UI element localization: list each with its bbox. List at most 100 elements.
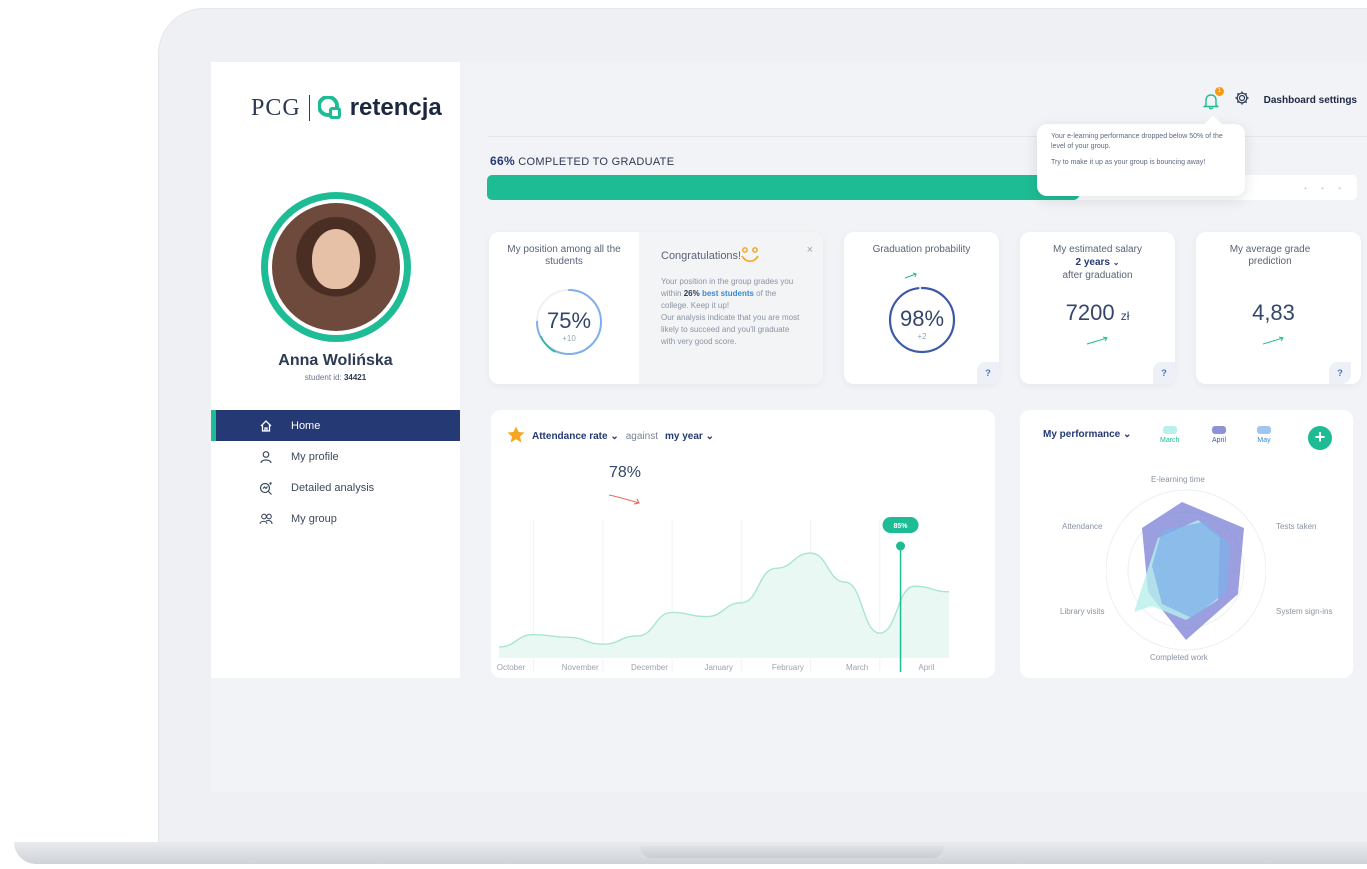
progress-percent: 66% — [490, 154, 515, 168]
attendance-chart-header: Attendance rate ⌄ against my year ⌄ — [507, 426, 714, 446]
trend-up-icon — [1262, 336, 1284, 345]
avatar-photo — [272, 203, 400, 331]
help-button[interactable]: ? — [977, 362, 999, 384]
chevron-down-icon: ⌄ — [705, 430, 714, 442]
add-series-button[interactable]: + — [1308, 426, 1332, 450]
congrats-percent: 26% — [683, 289, 700, 298]
legend-item-may[interactable]: May — [1257, 426, 1271, 444]
x-tick-label: April — [918, 663, 934, 672]
legend-label: May — [1257, 437, 1271, 444]
logo-divider — [308, 95, 310, 121]
salary-value-wrap: 7200 zł — [1026, 300, 1169, 326]
position-value: 75% — [546, 308, 592, 333]
notification-tooltip: Your e-learning performance dropped belo… — [1037, 124, 1245, 196]
attendance-area-chart: 85% October November December January Februar… — [497, 517, 950, 672]
header-actions: 1 Dashboard settings — [1202, 86, 1357, 111]
salary-value: 7200 — [1065, 300, 1115, 325]
graduation-delta: +2 — [917, 332, 927, 341]
sidebar-item-label: My group — [291, 512, 337, 525]
average-grade-card: My average grade prediction 4,83 ? — [1196, 232, 1361, 384]
chevron-down-icon: ⌄ — [610, 430, 619, 442]
chevron-down-icon: ⌄ — [1112, 258, 1120, 267]
performance-select[interactable]: My performance ⌄ — [1043, 429, 1131, 440]
congrats-text: Your position in the group grades you wi… — [661, 276, 801, 348]
x-tick-label: November — [562, 663, 599, 672]
attendance-area — [499, 553, 949, 658]
home-icon — [259, 419, 273, 433]
radar-axis-label: Attendance — [1062, 522, 1103, 531]
sidebar: PCG retencja Anna Wolińska student id: 3… — [211, 62, 460, 678]
radar-axis-label: Library visits — [1060, 607, 1105, 616]
legend-item-march[interactable]: March — [1160, 426, 1179, 444]
graduation-value: 98% — [899, 306, 945, 331]
congrats-panel: Congratulations! × Your position in the … — [639, 232, 823, 384]
x-tick-label: February — [772, 663, 804, 672]
dashboard-screen: PCG retencja Anna Wolińska student id: 3… — [211, 62, 1367, 792]
progress-text: COMPLETED TO GRADUATE — [518, 156, 675, 168]
tooltip-line-1: Your e-learning performance dropped belo… — [1051, 133, 1223, 150]
graduation-title: Graduation probability — [872, 244, 971, 255]
help-button[interactable]: ? — [1329, 362, 1351, 384]
student-id-value: 34421 — [343, 373, 367, 382]
sidebar-item-detailed-analysis[interactable]: Detailed analysis — [211, 472, 460, 503]
performance-card: My performance ⌄ March April May + E-lea… — [1020, 410, 1353, 678]
sidebar-nav: Home My profile Detailed analysis My gro… — [211, 410, 460, 534]
app-logo[interactable]: PCG retencja — [251, 94, 442, 122]
attendance-group-select[interactable]: my year ⌄ — [665, 431, 714, 442]
logo-pcg: PCG — [251, 94, 301, 121]
performance-title: My performance — [1043, 429, 1121, 440]
salary-period-select[interactable]: 2 years ⌄ — [1026, 257, 1169, 268]
legend-swatch — [1257, 426, 1271, 434]
attendance-against: against — [625, 430, 658, 442]
legend-item-april[interactable]: April — [1212, 426, 1226, 444]
congrats-title: Congratulations! — [661, 250, 742, 262]
star-icon[interactable] — [507, 426, 525, 446]
graduation-probability-card: Graduation probability 98% +2 ? — [844, 232, 999, 384]
logo-name: retencja — [349, 94, 442, 121]
gear-icon[interactable] — [1234, 90, 1250, 111]
notifications-bell-icon[interactable]: 1 — [1202, 86, 1224, 110]
attendance-group: my year — [665, 430, 703, 442]
sidebar-item-label: Detailed analysis — [291, 481, 375, 494]
position-title: My position among all the students — [507, 244, 621, 267]
legend-swatch — [1212, 426, 1226, 434]
sidebar-item-home[interactable]: Home — [211, 410, 460, 441]
salary-title: My estimated salary — [1053, 244, 1142, 255]
legend-label: March — [1160, 437, 1180, 444]
trend-down-icon — [608, 494, 640, 505]
tooltip-line-2: Try to make it up as your group is bounc… — [1051, 159, 1206, 166]
retencja-logo-icon — [316, 95, 342, 120]
radar-axis-label: System sign-ins — [1276, 607, 1333, 616]
x-tick-label: December — [631, 663, 668, 672]
user-icon — [259, 450, 273, 464]
group-icon — [259, 512, 273, 526]
chevron-down-icon: ⌄ — [1123, 429, 1132, 440]
trend-up-icon — [904, 272, 917, 279]
avatar[interactable] — [261, 192, 411, 342]
legend-label: April — [1212, 437, 1227, 444]
progress-fill — [487, 175, 1079, 200]
sidebar-item-my-profile[interactable]: My profile — [211, 441, 460, 472]
performance-radar-chart — [1106, 489, 1266, 651]
analysis-icon — [259, 481, 273, 495]
x-tick-label: January — [704, 663, 732, 672]
grade-value: 4,83 — [1252, 300, 1295, 325]
dashboard-settings-link[interactable]: Dashboard settings — [1264, 95, 1357, 106]
position-delta: +10 — [562, 334, 576, 343]
notification-badge: 1 — [1214, 86, 1224, 96]
help-button[interactable]: ? — [1153, 362, 1175, 384]
laptop-notch — [640, 846, 944, 858]
congrats-text-e: Our analysis indicate that you are most … — [661, 313, 800, 346]
radar-axis-label: Tests taken — [1276, 522, 1317, 531]
progress-dots: • • • — [1304, 184, 1347, 193]
salary-unit: zł — [1120, 309, 1130, 323]
chart-marker-label: 85% — [894, 523, 909, 530]
close-icon[interactable]: × — [807, 244, 813, 256]
smile-icon — [741, 247, 759, 263]
salary-after: after graduation — [1062, 270, 1133, 281]
congrats-best-students-link[interactable]: best students — [702, 289, 754, 298]
sidebar-item-my-group[interactable]: My group — [211, 503, 460, 534]
attendance-metric-select[interactable]: Attendance rate ⌄ — [532, 431, 619, 442]
chart-marker-dot[interactable] — [896, 541, 906, 551]
attendance-value: 78% — [609, 464, 642, 481]
